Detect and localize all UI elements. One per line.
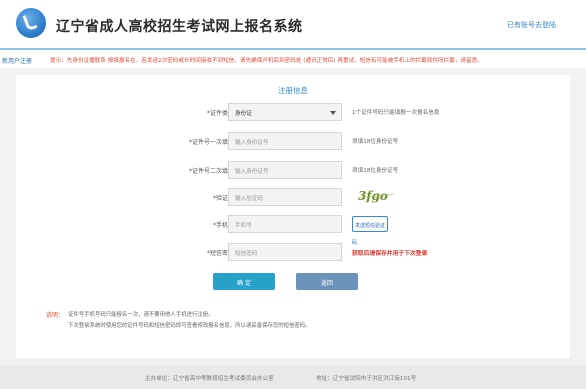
send-sms-button[interactable]: 发送短信验证 (352, 216, 388, 232)
id-type-value: 身份证 (235, 111, 252, 117)
sms-code-input[interactable]: 短信密码 (228, 243, 342, 261)
site-title: 辽宁省成人高校招生考试网上报名系统 (56, 19, 303, 35)
footer-address: 地址：辽宁省沈阳市于洪区洪江街101号 (316, 376, 417, 382)
chevron-down-icon (330, 111, 336, 115)
id-type-hint: 1个证件号码只能填报一次报名信息 (352, 110, 440, 116)
sms-code-hint-top: 码 (352, 240, 358, 246)
captcha-image[interactable]: 3fgo (356, 186, 396, 206)
captcha-row: *验证码 输入验证码 3fgo (16, 188, 570, 206)
phone-input[interactable]: 手机号 (228, 215, 342, 233)
confirm-label: 确 定 (237, 280, 251, 287)
tips-label: 说明： (46, 312, 65, 319)
sms-code-row: *短信密码 短信密码 码 获取后请保存并用于下次登录 (16, 240, 570, 261)
id-number-placeholder: 输入身份证号 (235, 140, 269, 146)
phone-placeholder: 手机号 (235, 223, 252, 229)
header: 辽宁省成人高校招生考试网上报名系统 已有账号去登陆 (0, 0, 586, 48)
id-type-select[interactable]: 身份证 (228, 103, 342, 121)
captcha-code: 3fgo (358, 189, 388, 203)
sms-code-placeholder: 短信密码 (235, 251, 258, 257)
tips-line-1: 证件号手机号码只能报名一次，请不要用他人手机进行注册。 (68, 312, 214, 318)
notice-title: 新用户注册 (2, 58, 33, 65)
form-title: 注册信息 (278, 86, 308, 95)
id-confirm-input[interactable]: 输入身份证号 (228, 161, 342, 179)
registration-card: 注册信息 *证件类型 身份证 1个证件号码只能填报一次报名信息 *证件号一次填入… (16, 75, 570, 358)
back-button[interactable]: 返回 (296, 273, 358, 290)
captcha-input[interactable]: 输入验证码 (228, 188, 342, 206)
captcha-placeholder: 输入验证码 (235, 196, 263, 202)
id-confirm-placeholder: 输入身份证号 (235, 169, 269, 175)
id-number-input[interactable]: 输入身份证号 (228, 132, 342, 150)
sms-code-hint: 获取后请保存并用于下次登录 (352, 251, 428, 257)
phone-row: *手机号 手机号 发送短信验证 (16, 215, 570, 233)
confirm-button[interactable]: 确 定 (213, 273, 275, 290)
id-type-row: *证件类型 身份证 1个证件号码只能填报一次报名信息 (16, 103, 570, 121)
id-number-hint: 须填18位身份证号 (352, 139, 399, 145)
id-confirm-hint: 须填18位身份证号 (352, 168, 399, 174)
footer-sponsor: 主办单位：辽宁省高中等教育招生考试委员会办公室 (145, 376, 274, 382)
id-confirm-row: *证件号二次填入 输入身份证号 须填18位身份证号 (16, 161, 570, 179)
send-sms-label: 发送短信验证 (354, 223, 385, 229)
tips-line-2: 下次登录系统时使用您的证件号码和短信密码即可查看修改报名信息，所以请妥善保存您的… (68, 323, 311, 329)
footer: 主办单位：辽宁省高中等教育招生考试委员会办公室 地址：辽宁省沈阳市于洪区洪江街1… (0, 365, 586, 389)
id-number-row: *证件号一次填入 输入身份证号 须填18位身份证号 (16, 132, 570, 150)
login-link[interactable]: 已有账号去登陆 (507, 20, 556, 30)
site-logo-icon (16, 8, 46, 38)
notice-bar: 新用户注册 提示：先身份证播联系 报填报名在，若发送2次密码或长时间接收不到短信… (0, 48, 586, 68)
back-label: 返回 (320, 280, 333, 287)
notice-text: 提示：先身份证播联系 报填报名在，若发送2次密码或长时间接收不到短信，请先确保开… (50, 58, 483, 64)
